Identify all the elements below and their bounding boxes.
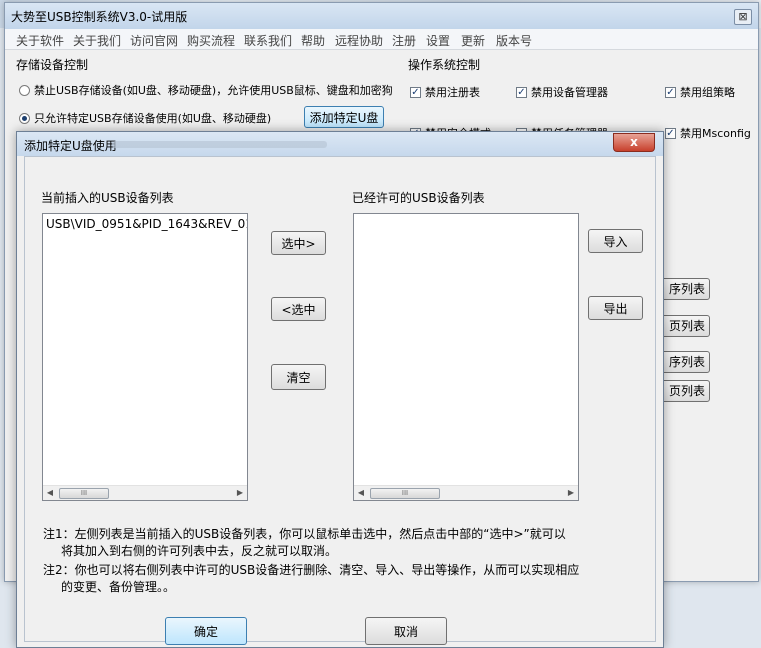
- main-titlebar: 大势至USB控制系统V3.0-试用版 ⊠: [5, 3, 758, 29]
- check-icon[interactable]: ✓: [516, 86, 527, 98]
- menu-settings[interactable]: 设置: [426, 32, 450, 49]
- radio-button-selected[interactable]: [19, 112, 30, 124]
- blurred-title-text: [112, 141, 327, 148]
- dialog-titlebar: 添加特定U盘使用 x: [17, 132, 663, 156]
- storage-group-title: 存储设备控制: [16, 58, 89, 72]
- clear-button[interactable]: 清空: [271, 364, 326, 390]
- main-window-title: 大势至USB控制系统V3.0-试用版: [11, 10, 188, 24]
- menu-register[interactable]: 注册: [392, 32, 416, 49]
- select-button[interactable]: 选中>: [271, 231, 326, 255]
- checkbox-label: 禁用Msconfig: [680, 127, 751, 140]
- menu-visit-site[interactable]: 访问官网: [130, 32, 178, 49]
- program-list-button-2[interactable]: 序列表: [656, 351, 710, 373]
- check-icon[interactable]: ✓: [665, 86, 676, 98]
- radio-label: 只允许特定USB存储设备使用(如U盘、移动硬盘): [34, 112, 272, 125]
- checkbox-disable-group-policy[interactable]: ✓ 禁用组策略: [665, 84, 735, 100]
- scroll-right-icon[interactable]: ▶: [565, 487, 577, 499]
- import-button[interactable]: 导入: [588, 229, 643, 253]
- radio-button[interactable]: [19, 84, 30, 96]
- note-1-line-2: 将其加入到右侧的许可列表中去，反之就可以取消。: [61, 544, 338, 558]
- export-button[interactable]: 导出: [588, 296, 643, 320]
- close-icon[interactable]: x: [613, 133, 655, 152]
- note-1-line-1: 注1：左侧列表是当前插入的USB设备列表，你可以鼠标单击选中，然后点击中部的“选…: [43, 527, 566, 541]
- checkbox-disable-registry[interactable]: ✓ 禁用注册表: [410, 84, 480, 100]
- check-icon[interactable]: ✓: [410, 86, 421, 98]
- note-2-line-1: 注2：你也可以将右侧列表中许可的USB设备进行删除、清空、导入、导出等操作，从而…: [43, 563, 580, 577]
- cancel-button[interactable]: 取消: [365, 617, 447, 645]
- add-usb-dialog: 添加特定U盘使用 x 当前插入的USB设备列表 USB\VID_0951&PID…: [16, 131, 664, 648]
- radio-disable-usb-storage[interactable]: 禁止USB存储设备(如U盘、移动硬盘)，允许使用USB鼠标、键盘和加密狗: [19, 82, 393, 98]
- webpage-list-button[interactable]: 页列表: [656, 315, 710, 337]
- menu-remote-assist[interactable]: 远程协助: [335, 32, 383, 49]
- current-usb-listbox[interactable]: USB\VID_0951&PID_1643&REV_01 ◀ III ▶: [42, 213, 248, 501]
- menu-update[interactable]: 更新: [461, 32, 485, 49]
- program-list-button[interactable]: 序列表: [656, 278, 710, 300]
- scroll-thumb[interactable]: III: [59, 488, 109, 499]
- menu-about-software[interactable]: 关于软件: [16, 32, 64, 49]
- radio-label: 禁止USB存储设备(如U盘、移动硬盘)，允许使用USB鼠标、键盘和加密狗: [34, 84, 393, 97]
- menu-purchase[interactable]: 购买流程: [187, 32, 235, 49]
- close-icon[interactable]: ⊠: [734, 9, 752, 25]
- scroll-left-icon[interactable]: ◀: [44, 487, 56, 499]
- menu-about-us[interactable]: 关于我们: [73, 32, 121, 49]
- scroll-left-icon[interactable]: ◀: [355, 487, 367, 499]
- horizontal-scrollbar[interactable]: ◀ III ▶: [354, 485, 578, 500]
- scroll-right-icon[interactable]: ▶: [234, 487, 246, 499]
- menu-contact[interactable]: 联系我们: [244, 32, 292, 49]
- webpage-list-button-2[interactable]: 页列表: [656, 380, 710, 402]
- checkbox-label: 禁用设备管理器: [531, 86, 608, 99]
- menu-version[interactable]: 版本号: [496, 32, 532, 49]
- note-2-line-2: 的变更、备份管理。。: [61, 580, 176, 594]
- menubar: 关于软件 关于我们 访问官网 购买流程 联系我们 帮助 远程协助 注册 设置 更…: [5, 29, 758, 50]
- os-group-title: 操作系统控制: [408, 58, 481, 72]
- list-item[interactable]: USB\VID_0951&PID_1643&REV_01: [46, 217, 247, 231]
- scroll-thumb[interactable]: III: [370, 488, 440, 499]
- add-specific-usb-button[interactable]: 添加特定U盘: [304, 106, 384, 128]
- radio-allow-specific-usb[interactable]: 只允许特定USB存储设备使用(如U盘、移动硬盘): [19, 110, 271, 126]
- check-icon[interactable]: ✓: [665, 127, 676, 139]
- checkbox-disable-msconfig[interactable]: ✓ 禁用Msconfig: [665, 125, 751, 141]
- current-usb-list-label: 当前插入的USB设备列表: [41, 191, 174, 205]
- ok-button[interactable]: 确定: [165, 617, 247, 645]
- dialog-body: 当前插入的USB设备列表 USB\VID_0951&PID_1643&REV_0…: [24, 156, 656, 645]
- menu-help[interactable]: 帮助: [301, 32, 325, 49]
- allowed-usb-listbox[interactable]: ◀ III ▶: [353, 213, 579, 501]
- checkbox-label: 禁用组策略: [680, 86, 735, 99]
- checkbox-disable-device-manager[interactable]: ✓ 禁用设备管理器: [516, 84, 608, 100]
- dialog-title: 添加特定U盘使用: [24, 139, 117, 153]
- allowed-usb-list-label: 已经许可的USB设备列表: [352, 191, 485, 205]
- checkbox-label: 禁用注册表: [425, 86, 480, 99]
- unselect-button[interactable]: <选中: [271, 297, 326, 321]
- horizontal-scrollbar[interactable]: ◀ III ▶: [43, 485, 247, 500]
